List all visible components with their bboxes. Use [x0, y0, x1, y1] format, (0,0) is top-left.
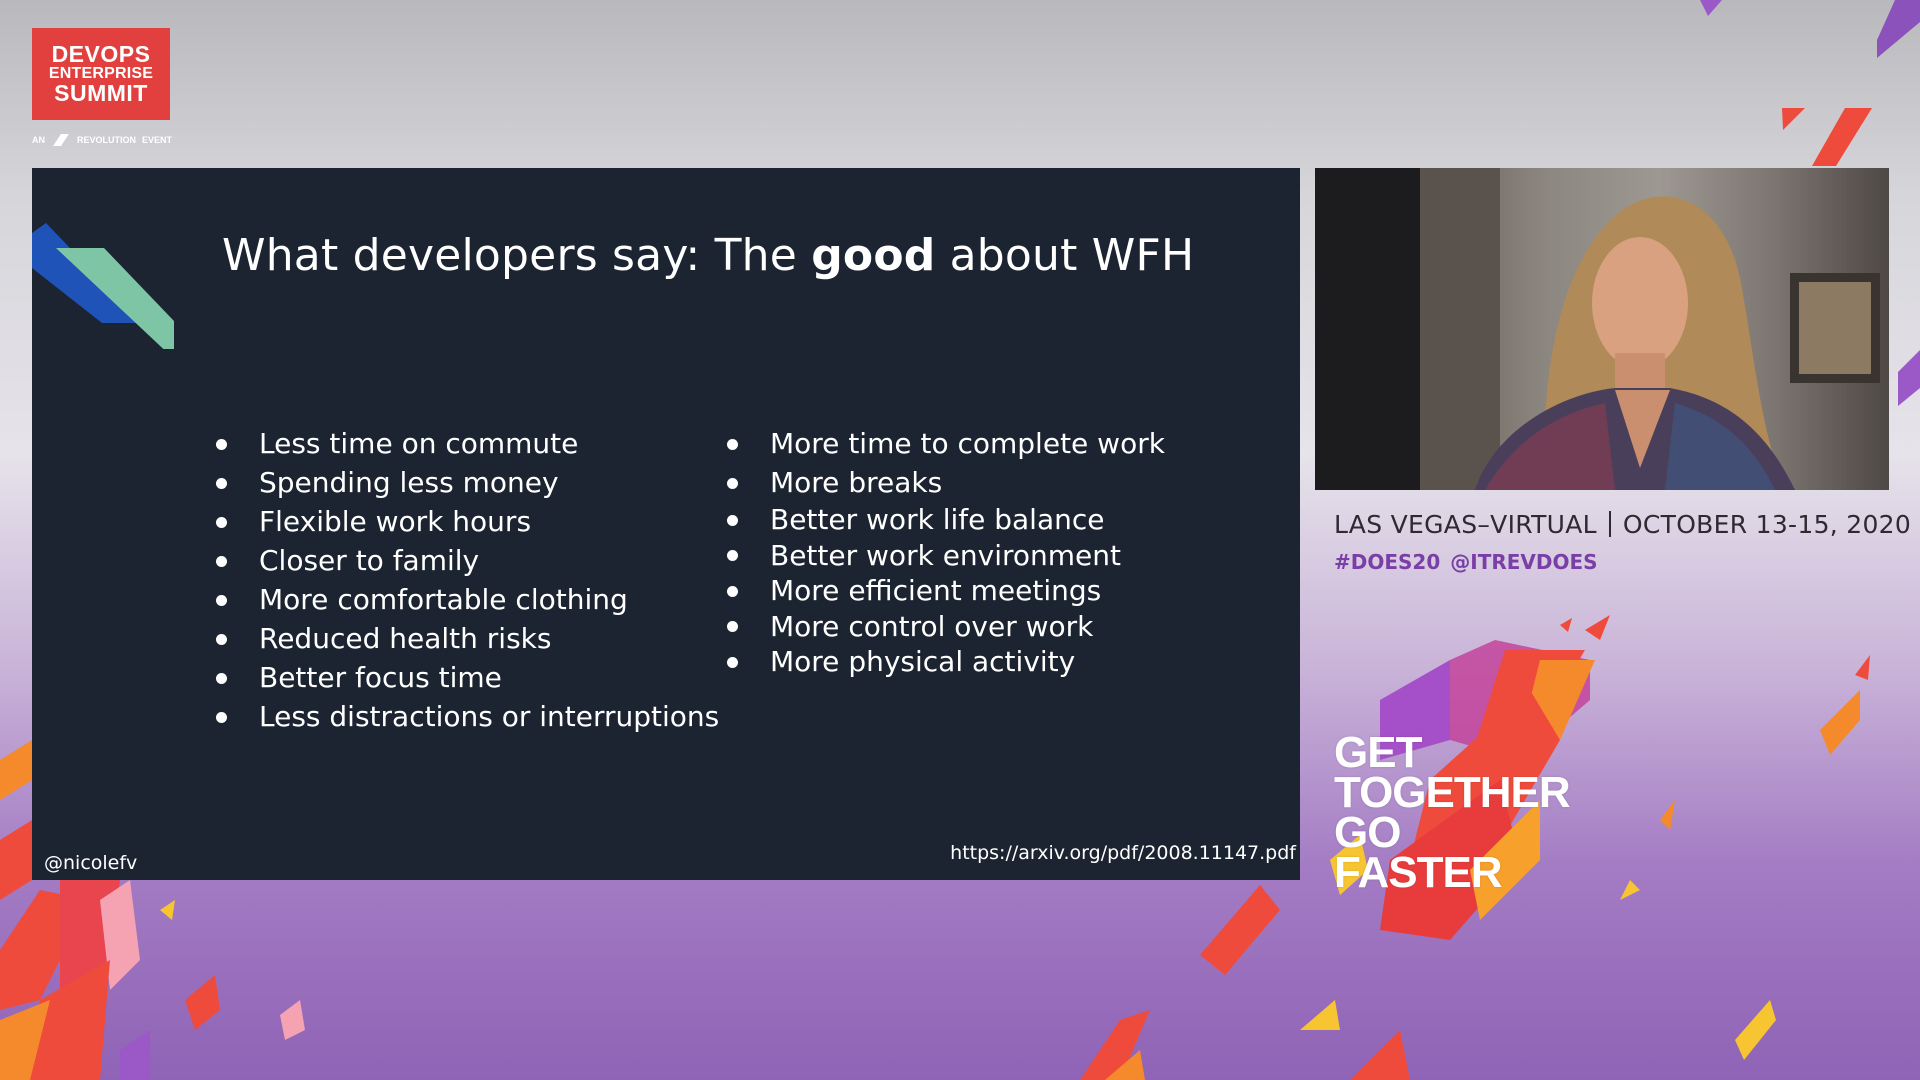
speaker-handle: @nicolefv: [44, 852, 138, 874]
good-list-right: More time to complete work More breaks B…: [727, 424, 1165, 680]
list-item: More breaks: [727, 463, 1165, 502]
source-url: https://arxiv.org/pdf/2008.11147.pdf: [950, 842, 1296, 864]
list-item: Better work environment: [727, 538, 1165, 574]
slide-title: What developers say: The good about WFH: [222, 230, 1194, 281]
title-part-1: What developers say: The: [222, 230, 812, 281]
event-location-dates: LAS VEGAS–VIRTUAL OCTOBER 13-15, 2020: [1334, 510, 1911, 539]
list-item: More control over work: [727, 609, 1165, 645]
list-item: More physical activity: [727, 644, 1165, 680]
list-item: Reduced health risks: [215, 619, 719, 658]
list-item: More efficient meetings: [727, 573, 1165, 609]
list-item: More time to complete work: [727, 424, 1165, 463]
tagline-line-1: GET: [1334, 728, 1422, 777]
logo-subtitle: AN REVOLUTION EVENT: [32, 132, 172, 148]
list-item: Better work life balance: [727, 502, 1165, 538]
logo-sub-brand: REVOLUTION: [76, 135, 136, 145]
list-item: Less distractions or interruptions: [215, 697, 719, 736]
title-bold-word: good: [811, 230, 936, 281]
speaker-video: [1315, 168, 1889, 490]
list-item: Better focus time: [215, 658, 719, 697]
twitter-handle: @ITREVDOES: [1450, 550, 1598, 574]
divider: [1608, 511, 1611, 537]
good-list-left: Less time on commute Spending less money…: [215, 424, 719, 736]
hashtag: #DOES20: [1334, 550, 1441, 574]
list-item: Flexible work hours: [215, 502, 719, 541]
list-item: Closer to family: [215, 541, 719, 580]
logo-line-3: SUMMIT: [54, 80, 148, 106]
logo-sub-prefix: AN: [32, 135, 45, 145]
event-tagline: GET TOGETHER GO FASTER: [1334, 728, 1571, 897]
event-dates: OCTOBER 13-15, 2020: [1622, 510, 1912, 539]
logo-line-1: DEVOPS: [51, 41, 151, 67]
event-hashtags: #DOES20 @ITREVDOES: [1334, 550, 1608, 574]
event-location: LAS VEGAS–VIRTUAL: [1334, 510, 1597, 539]
logo-sub-suffix: EVENT: [141, 135, 172, 145]
tagline-line-4: FASTER: [1334, 848, 1503, 897]
tagline-line-2: TOGETHER: [1334, 768, 1571, 817]
presentation-slide: What developers say: The good about WFH …: [32, 168, 1300, 880]
list-item: Less time on commute: [215, 424, 719, 463]
speaker-figure: [1315, 168, 1880, 490]
tagline-line-3: GO: [1334, 808, 1401, 857]
list-item: Spending less money: [215, 463, 719, 502]
title-part-2: about WFH: [935, 230, 1195, 281]
slide-corner-icon: [32, 223, 174, 349]
it-revolution-icon: [52, 134, 69, 146]
list-item: More comfortable clothing: [215, 580, 719, 619]
devops-summit-logo: DEVOPS ENTERPRISE SUMMIT: [32, 28, 170, 120]
